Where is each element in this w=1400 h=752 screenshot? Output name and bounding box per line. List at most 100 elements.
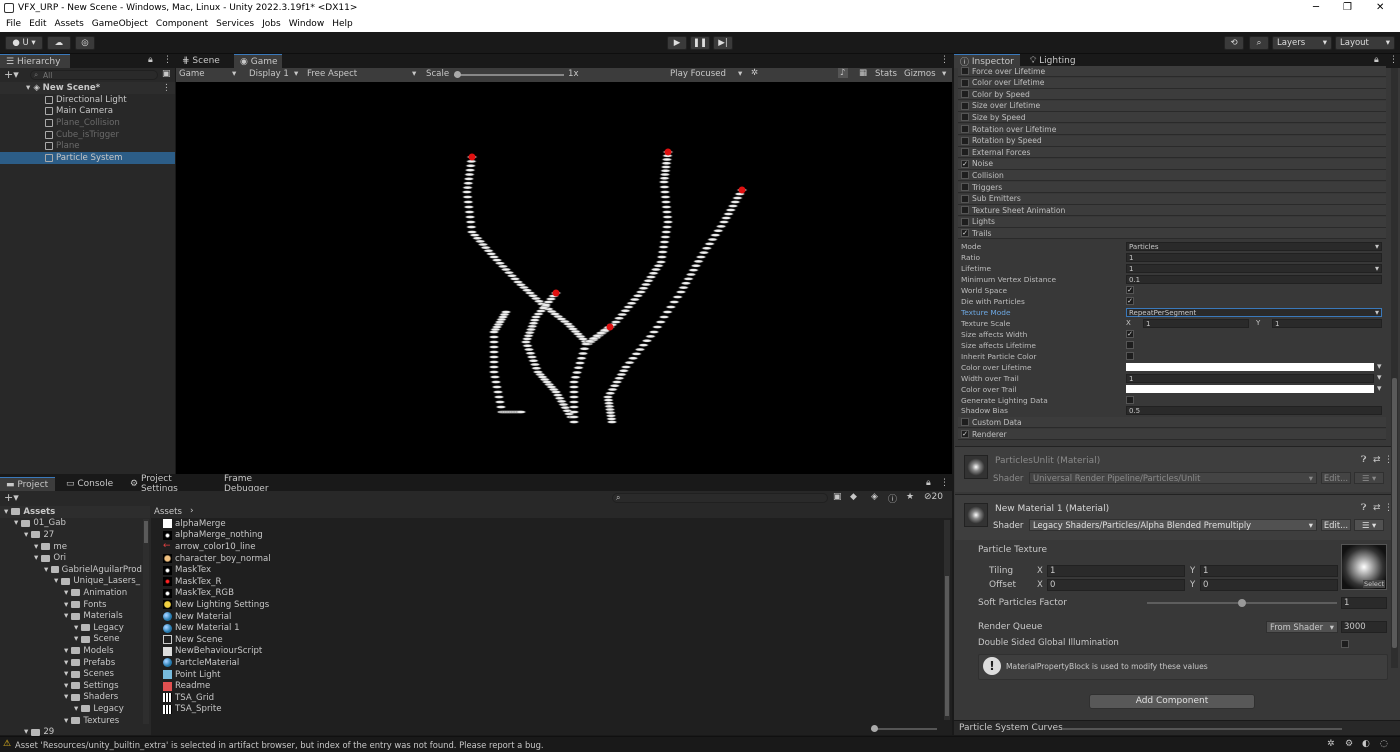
menu-file[interactable]: File bbox=[6, 19, 21, 29]
menu-assets[interactable]: Assets bbox=[55, 19, 84, 29]
expand-arrow-icon[interactable]: ▾ bbox=[74, 704, 78, 714]
module-checkbox[interactable] bbox=[961, 194, 969, 203]
module-renderer[interactable]: ✓ Renderer bbox=[958, 429, 1386, 440]
asset-item[interactable]: New Scene bbox=[163, 634, 923, 646]
favorite-icon[interactable]: ★ bbox=[906, 492, 914, 502]
tree-item[interactable]: ▾ me bbox=[0, 541, 142, 553]
die-with-particles-checkbox[interactable]: ✓ bbox=[1126, 297, 1134, 305]
audio-mute-icon[interactable]: ♪ bbox=[838, 68, 848, 78]
texture-slot[interactable]: Select bbox=[1341, 544, 1387, 590]
color-over-lifetime-gradient[interactable] bbox=[1126, 363, 1374, 371]
hierarchy-search-input[interactable]: ⌕ All bbox=[30, 70, 158, 80]
shader-dropdown[interactable]: Universal Render Pipeline/Particles/Unli… bbox=[1029, 472, 1317, 484]
width-over-trail-field[interactable]: 1 bbox=[1126, 374, 1374, 383]
scene-picker-icon[interactable]: ▣ bbox=[162, 69, 171, 79]
module-checkbox[interactable] bbox=[961, 206, 969, 215]
module-checkbox[interactable] bbox=[961, 136, 969, 145]
kebab-menu-icon[interactable]: ⋮ bbox=[163, 55, 172, 65]
module-row[interactable]: Texture Sheet Animation bbox=[958, 205, 1386, 217]
renderer-checkbox[interactable]: ✓ bbox=[961, 430, 969, 438]
kebab-menu-icon[interactable]: ⋮ bbox=[1384, 503, 1393, 513]
dsgi-checkbox[interactable] bbox=[1341, 640, 1349, 648]
scale-slider-thumb[interactable] bbox=[454, 71, 461, 78]
expand-arrow-icon[interactable]: ▾ bbox=[64, 692, 68, 702]
module-row[interactable]: Triggers bbox=[958, 182, 1386, 193]
icon-size-thumb[interactable] bbox=[871, 725, 878, 732]
play-focused-dropdown[interactable]: Play Focused bbox=[670, 69, 726, 79]
module-checkbox[interactable] bbox=[961, 148, 969, 157]
tab-scene[interactable]: ⋕ Scene bbox=[176, 54, 232, 68]
asset-item[interactable]: MaskTex bbox=[163, 564, 923, 576]
layers-dropdown[interactable]: Layers ▾ bbox=[1272, 36, 1332, 50]
menu-services[interactable]: Services bbox=[216, 19, 254, 29]
soft-particles-slider-thumb[interactable] bbox=[1238, 599, 1246, 607]
asset-item[interactable]: PartcleMaterial bbox=[163, 657, 923, 669]
asset-item[interactable]: character_boy_normal bbox=[163, 553, 923, 565]
project-search-input[interactable]: ⌕ bbox=[612, 493, 828, 503]
add-icon[interactable]: +▾ bbox=[4, 68, 19, 81]
account-button[interactable]: ● U ▾ bbox=[5, 36, 43, 50]
add-icon[interactable]: +▾ bbox=[4, 491, 19, 504]
shader-menu-button[interactable]: ☰ ▾ bbox=[1354, 519, 1384, 531]
inherit-color-checkbox[interactable] bbox=[1126, 352, 1134, 360]
display-dropdown[interactable]: Display 1 bbox=[249, 69, 289, 79]
module-checkbox[interactable] bbox=[961, 78, 969, 87]
offset-x-field[interactable]: 0 bbox=[1047, 579, 1185, 591]
lock-icon[interactable]: 🔒︎ bbox=[926, 478, 931, 488]
tiling-y-field[interactable]: 1 bbox=[1200, 565, 1338, 577]
expand-arrow-icon[interactable]: ▾ bbox=[24, 530, 28, 540]
hierarchy-item[interactable]: Cube_isTrigger bbox=[0, 129, 175, 141]
chevron-down-icon[interactable]: ▾ bbox=[1377, 373, 1382, 383]
search-button[interactable]: ⌕ bbox=[1249, 36, 1269, 50]
expand-arrow-icon[interactable]: ▾ bbox=[74, 623, 78, 633]
collab-button[interactable]: ◎ bbox=[75, 36, 95, 50]
pause-button[interactable]: ❚❚ bbox=[690, 36, 710, 50]
icon-size-slider[interactable] bbox=[871, 725, 937, 732]
expand-arrow-icon[interactable]: ▾ bbox=[64, 669, 68, 679]
asset-item[interactable]: MaskTex_R bbox=[163, 576, 923, 588]
generate-lighting-checkbox[interactable] bbox=[1126, 396, 1134, 404]
lock-icon[interactable]: 🔒︎ bbox=[148, 55, 153, 65]
scene-search-icon[interactable]: ▣ bbox=[833, 492, 842, 502]
inspector-scrollbar[interactable] bbox=[1391, 68, 1398, 668]
module-row[interactable]: Color by Speed bbox=[958, 89, 1386, 101]
hidden-packages-icon[interactable]: ⊘20 bbox=[924, 492, 943, 502]
module-row[interactable]: Collision bbox=[958, 170, 1386, 182]
chevron-down-icon[interactable]: ▾ bbox=[1377, 384, 1382, 394]
menu-component[interactable]: Component bbox=[156, 19, 208, 29]
lifetime-field[interactable]: 1 bbox=[1126, 264, 1382, 273]
custom-data-checkbox[interactable] bbox=[961, 418, 969, 426]
scene-menu-icon[interactable]: ⋮ bbox=[162, 83, 171, 93]
tab-hierarchy[interactable]: ☰ Hierarchy bbox=[0, 54, 70, 68]
tree-item[interactable]: ▾ 01_Gab bbox=[0, 518, 142, 530]
color-over-trail-gradient[interactable] bbox=[1126, 385, 1374, 393]
tree-item[interactable]: ▾ Ori bbox=[0, 552, 142, 564]
asset-item[interactable]: TSA_Grid bbox=[163, 692, 923, 704]
module-row[interactable]: Size over Lifetime bbox=[958, 100, 1386, 112]
progress-icon[interactable]: ◐ bbox=[1362, 739, 1370, 749]
history-button[interactable]: ⟲ bbox=[1224, 36, 1244, 50]
asset-item[interactable]: Point Light bbox=[163, 669, 923, 681]
tab-frame-debugger[interactable]: Frame Debugger bbox=[218, 474, 298, 494]
layout-dropdown[interactable]: Layout ▾ bbox=[1335, 36, 1395, 50]
module-checkbox[interactable] bbox=[961, 90, 969, 99]
inspector-scroll-thumb[interactable] bbox=[1392, 378, 1397, 648]
cloud-button[interactable]: ☁ bbox=[47, 36, 71, 50]
module-checkbox[interactable] bbox=[961, 113, 969, 122]
module-checkbox[interactable] bbox=[961, 67, 969, 75]
asset-scroll-thumb[interactable] bbox=[945, 576, 949, 716]
asset-item[interactable]: Readme bbox=[163, 680, 923, 692]
asset-item[interactable]: New Lighting Settings bbox=[163, 599, 923, 611]
chevron-down-icon[interactable]: ▾ bbox=[1377, 362, 1382, 372]
help-icon[interactable]: ❓︎ bbox=[1361, 455, 1366, 465]
tree-item[interactable]: ▾ Settings bbox=[0, 680, 142, 692]
settings-icon[interactable]: ⇄ bbox=[1373, 455, 1381, 465]
texture-scale-x-field[interactable]: 1 bbox=[1143, 319, 1249, 328]
step-button[interactable]: ▶| bbox=[713, 36, 733, 50]
module-row[interactable]: Sub Emitters bbox=[958, 193, 1386, 205]
maximize-icon[interactable]: ❐ bbox=[1343, 2, 1352, 13]
module-row[interactable]: Rotation over Lifetime bbox=[958, 124, 1386, 135]
expand-arrow-icon[interactable]: ▾ bbox=[64, 600, 68, 610]
asset-item[interactable]: New Material 1 bbox=[163, 622, 923, 634]
tree-item[interactable]: ▾ 27 bbox=[0, 529, 142, 541]
